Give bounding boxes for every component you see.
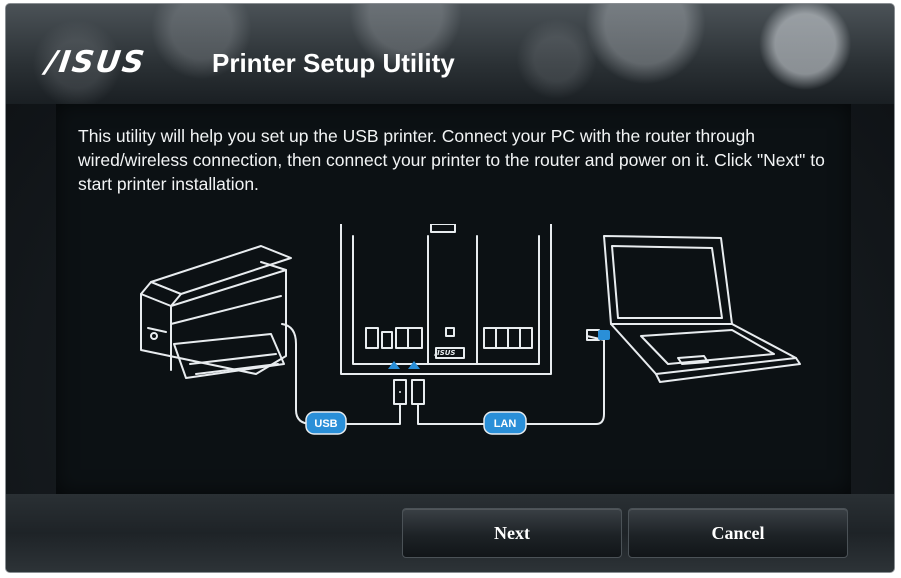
connection-diagram: USB LAN /ISUS [140,224,801,435]
page-title: Printer Setup Utility [212,48,455,78]
asus-logo: /ISUS [43,45,149,80]
content-panel: This utility will help you set up the US… [56,104,851,494]
cancel-button[interactable]: Cancel [628,508,848,558]
printer-icon [140,245,292,379]
laptop-icon [586,235,801,383]
usb-label: USB [305,411,347,435]
router-brand-label: /ISUS [434,349,456,357]
svg-text:USB: USB [314,418,337,430]
svg-text:LAN: LAN [494,418,517,430]
setup-window: /ISUS Printer Setup Utility This utility… [6,4,894,572]
footer-bar: Next Cancel [6,494,894,572]
next-button[interactable]: Next [402,508,622,558]
lan-label: LAN [483,411,527,435]
header-banner: /ISUS Printer Setup Utility [6,4,894,104]
router-icon [340,224,552,405]
instructions-text: This utility will help you set up the US… [78,126,825,194]
